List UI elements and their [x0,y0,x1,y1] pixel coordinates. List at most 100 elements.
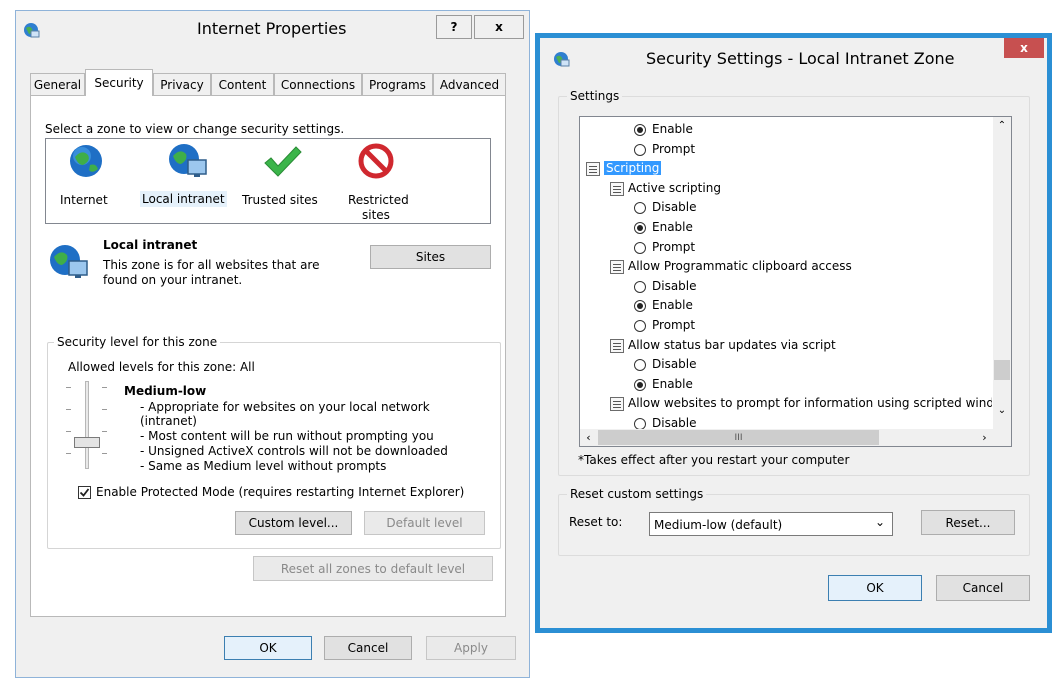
radio-checked-icon[interactable] [634,300,646,313]
tree-setting[interactable]: Allow status bar updates via script [580,337,992,355]
scroll-thumb-grip: III [734,432,743,443]
tree-radio-option[interactable]: Prompt [580,317,992,335]
tree-category[interactable]: Scripting [580,160,992,178]
slider-thumb[interactable] [74,437,100,448]
zone-restricted-sites[interactable]: Restricted sites [336,143,416,223]
zone-internet-label: Internet [60,193,108,207]
tab-advanced[interactable]: Advanced [433,73,506,95]
radio-unchecked-icon[interactable] [634,320,646,332]
settings-page-icon [610,397,624,412]
tree-radio-option[interactable]: Enable [580,219,992,237]
tab-programs[interactable]: Programs [362,73,433,95]
tree-item-label: Disable [652,416,697,429]
tree-radio-option[interactable]: Enable [580,376,992,394]
tab-security[interactable]: Security [85,69,153,96]
horizontal-scroll-thumb[interactable]: III [598,430,879,445]
security-settings-window: Security Settings - Local Intranet Zone … [540,38,1047,628]
tree-radio-option[interactable]: Disable [580,415,992,429]
custom-level-button[interactable]: Custom level... [235,511,352,535]
reset-button[interactable]: Reset... [921,510,1015,535]
help-button[interactable]: ? [436,15,472,39]
slider-tick-r1 [102,387,107,388]
tree-item-label: Allow Programmatic clipboard access [628,259,852,274]
radio-unchecked-icon[interactable] [634,418,646,429]
tree-item-label: Disable [652,357,697,372]
slider-tick-r3 [102,431,107,432]
ip-close-button[interactable]: x [474,15,524,39]
radio-unchecked-icon[interactable] [634,143,646,156]
radio-checked-icon[interactable] [634,378,646,391]
ip-apply-button[interactable]: Apply [426,636,516,660]
help-icon: ? [450,20,458,34]
tree-setting[interactable]: Allow websites to prompt for information… [580,395,992,413]
ss-ok-button[interactable]: OK [828,575,922,601]
tree-horizontal-scrollbar[interactable]: ‹ III › [580,429,1011,446]
tree-vertical-scrollbar[interactable]: ⌃ ⌄ [993,117,1011,429]
tab-general[interactable]: General [30,73,85,95]
radio-unchecked-icon[interactable] [634,241,646,254]
reset-all-zones-button[interactable]: Reset all zones to default level [253,556,493,581]
tree-item-label: Disable [652,200,697,215]
tree-item-label: Enable [652,376,693,391]
globe-icon [70,145,102,177]
radio-checked-icon[interactable] [634,222,646,234]
zone-restricted-sites-label-line2: sites [362,208,390,222]
tree-item-label: Enable [652,298,693,313]
tree-item-label: Disable [652,278,697,293]
scroll-up-arrow-icon[interactable]: ⌃ [993,117,1011,134]
slider-tick-l2 [66,409,71,410]
zone-list[interactable]: Internet Local intranet Trusted sites Re… [45,138,491,224]
settings-tree[interactable]: Enable Prompt Scripting Active scripting Dis… [579,116,1012,447]
ss-cancel-button[interactable]: Cancel [936,575,1030,601]
zone-trusted-sites-label: Trusted sites [242,193,318,207]
tree-radio-option[interactable]: Disable [580,278,992,296]
security-tab-panel: Select a zone to view or change security… [30,95,506,617]
security-level-slider[interactable] [64,381,112,471]
protected-mode-checkbox[interactable] [78,486,91,499]
tree-radio-option[interactable]: Enable [580,121,992,139]
reset-to-label: Reset to: [569,515,623,529]
slider-tick-l1 [66,387,71,388]
zone-trusted-sites[interactable]: Trusted sites [242,143,322,219]
scroll-left-arrow-icon[interactable]: ‹ [580,429,597,446]
scroll-right-arrow-icon[interactable]: › [976,429,993,446]
tree-radio-option[interactable]: Prompt [580,141,992,159]
settings-group-label: Settings [567,89,623,103]
default-level-button[interactable]: Default level [364,511,485,535]
security-settings-app-icon [552,50,570,68]
level-bullet-3: - Most content will be run without promp… [140,429,434,443]
checkmark-icon [79,488,90,497]
radio-unchecked-icon[interactable] [634,202,646,215]
slider-tick-l3 [66,431,71,432]
tree-setting[interactable]: Active scripting [580,180,992,198]
ip-cancel-button[interactable]: Cancel [324,636,412,660]
tree-setting[interactable]: Allow Programmatic clipboard access [580,258,992,276]
ip-ok-button[interactable]: OK [224,636,312,660]
tab-content[interactable]: Content [211,73,274,95]
tree-radio-option[interactable]: Disable [580,356,992,374]
ss-close-button[interactable]: x [1004,38,1044,58]
vertical-scroll-thumb[interactable] [994,360,1010,380]
radio-checked-icon[interactable] [634,124,646,136]
tree-radio-option[interactable]: Prompt [580,239,992,257]
zone-local-intranet[interactable]: Local intranet [140,143,232,219]
level-bullet-4: - Unsigned ActiveX controls will not be … [140,444,448,458]
tree-radio-option[interactable]: Enable [580,297,992,315]
zone-internet[interactable]: Internet [52,143,122,219]
security-level-group: Security level for this zone Allowed lev… [47,335,501,549]
protected-mode-label[interactable]: Enable Protected Mode (requires restarti… [96,485,464,499]
tab-connections[interactable]: Connections [274,73,362,95]
sites-button[interactable]: Sites [370,245,491,269]
zone-local-intranet-label: Local intranet [140,191,227,207]
scroll-down-arrow-icon[interactable]: ⌄ [993,402,1011,419]
reset-to-select[interactable]: Medium-low (default) ⌄ [649,512,893,536]
radio-unchecked-icon[interactable] [634,359,646,372]
restart-note: *Takes effect after you restart your com… [578,453,850,467]
tab-privacy[interactable]: Privacy [153,73,211,95]
allowed-levels-text: Allowed levels for this zone: All [68,360,255,374]
selected-zone-desc-line1: This zone is for all websites that are [103,258,320,272]
level-bullet-2: (intranet) [140,414,197,428]
radio-unchecked-icon[interactable] [634,280,646,293]
tree-item-label: Enable [652,122,693,136]
tree-radio-option[interactable]: Disable [580,199,992,217]
